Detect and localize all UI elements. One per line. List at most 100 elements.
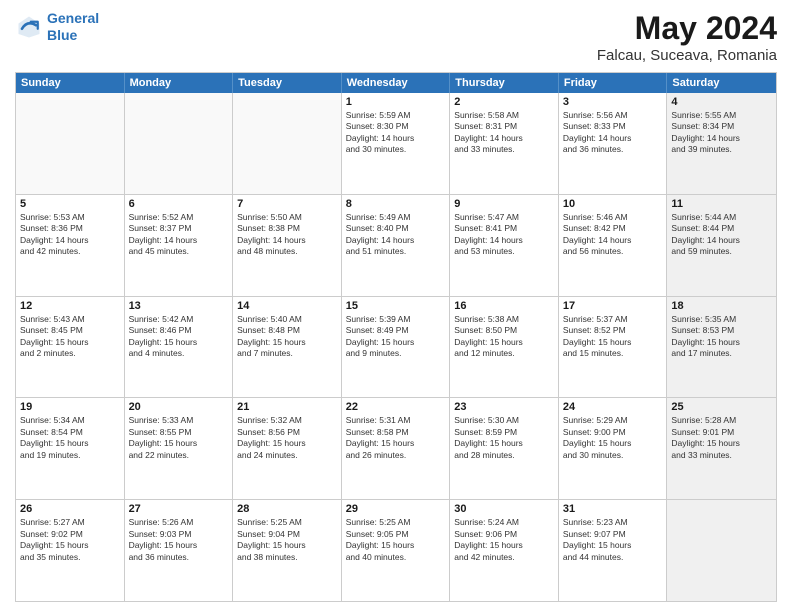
day-number: 30 xyxy=(454,503,554,515)
day-number: 10 xyxy=(563,198,663,210)
day-number: 12 xyxy=(20,300,120,312)
day-number: 18 xyxy=(671,300,772,312)
calendar-cell-13: 13 Sunrise: 5:42 AM Sunset: 8:46 PM Dayli… xyxy=(125,297,234,398)
header-day-monday: Monday xyxy=(125,73,234,93)
calendar-cell-9: 9Sunrise: 5:47 AM Sunset: 8:41 PM Daylig… xyxy=(450,195,559,296)
day-number: 26 xyxy=(20,503,120,515)
header-day-thursday: Thursday xyxy=(450,73,559,93)
day-number: 15 xyxy=(346,300,446,312)
calendar-cell-3: 3 Sunrise: 5:56 AM Sunset: 8:33 PM Daylig… xyxy=(559,93,668,194)
day-number: 8 xyxy=(346,198,446,210)
cell-info: Sunrise: 5:52 AM Sunset: 8:37 PM Dayligh… xyxy=(129,212,229,258)
calendar-cell-6: 6 Sunrise: 5:52 AM Sunset: 8:37 PM Daylig… xyxy=(125,195,234,296)
calendar-cell-2: 2Sunrise: 5:58 AM Sunset: 8:31 PM Daylig… xyxy=(450,93,559,194)
calendar-cell-5: 5Sunrise: 5:53 AM Sunset: 8:36 PM Daylig… xyxy=(16,195,125,296)
cell-info: Sunrise: 5:42 AM Sunset: 8:46 PM Dayligh… xyxy=(129,314,229,360)
day-number: 22 xyxy=(346,401,446,413)
day-number: 25 xyxy=(671,401,772,413)
calendar-cell-25: 25Sunrise: 5:28 AM Sunset: 9:01 PM Dayli… xyxy=(667,398,776,499)
cell-info: Sunrise: 5:25 AM Sunset: 9:04 PM Dayligh… xyxy=(237,517,337,563)
cell-info: Sunrise: 5:49 AM Sunset: 8:40 PM Dayligh… xyxy=(346,212,446,258)
calendar-cell-22: 22 Sunrise: 5:31 AM Sunset: 8:58 PM Dayli… xyxy=(342,398,451,499)
cell-info: Sunrise: 5:23 AM Sunset: 9:07 PM Dayligh… xyxy=(563,517,663,563)
day-number: 19 xyxy=(20,401,120,413)
cell-info: Sunrise: 5:40 AM Sunset: 8:48 PM Dayligh… xyxy=(237,314,337,360)
logo: General Blue xyxy=(15,10,99,44)
cell-info: Sunrise: 5:27 AM Sunset: 9:02 PM Dayligh… xyxy=(20,517,120,563)
logo-text: General Blue xyxy=(47,10,99,44)
calendar-cell-8: 8 Sunrise: 5:49 AM Sunset: 8:40 PM Daylig… xyxy=(342,195,451,296)
cell-info: Sunrise: 5:46 AM Sunset: 8:42 PM Dayligh… xyxy=(563,212,663,258)
cell-info: Sunrise: 5:33 AM Sunset: 8:55 PM Dayligh… xyxy=(129,415,229,461)
day-number: 31 xyxy=(563,503,663,515)
calendar-cell-26: 26 Sunrise: 5:27 AM Sunset: 9:02 PM Dayli… xyxy=(16,500,125,601)
cell-info: Sunrise: 5:55 AM Sunset: 8:34 PM Dayligh… xyxy=(671,110,772,156)
calendar-cell-4: 4Sunrise: 5:55 AM Sunset: 8:34 PM Daylig… xyxy=(667,93,776,194)
cell-info: Sunrise: 5:31 AM Sunset: 8:58 PM Dayligh… xyxy=(346,415,446,461)
day-number: 13 xyxy=(129,300,229,312)
calendar-row-2: 12 Sunrise: 5:43 AM Sunset: 8:45 PM Dayli… xyxy=(16,296,776,398)
cell-info: Sunrise: 5:25 AM Sunset: 9:05 PM Dayligh… xyxy=(346,517,446,563)
calendar-row-0: 1Sunrise: 5:59 AM Sunset: 8:30 PM Daylig… xyxy=(16,93,776,194)
cell-info: Sunrise: 5:24 AM Sunset: 9:06 PM Dayligh… xyxy=(454,517,554,563)
cell-info: Sunrise: 5:35 AM Sunset: 8:53 PM Dayligh… xyxy=(671,314,772,360)
calendar-cell-21: 21Sunrise: 5:32 AM Sunset: 8:56 PM Dayli… xyxy=(233,398,342,499)
calendar-cell-19: 19 Sunrise: 5:34 AM Sunset: 8:54 PM Dayli… xyxy=(16,398,125,499)
calendar-cell-empty-0-0 xyxy=(16,93,125,194)
calendar-row-1: 5Sunrise: 5:53 AM Sunset: 8:36 PM Daylig… xyxy=(16,194,776,296)
calendar-cell-20: 20 Sunrise: 5:33 AM Sunset: 8:55 PM Dayli… xyxy=(125,398,234,499)
page: General Blue May 2024 Falcau, Suceava, R… xyxy=(0,0,792,612)
calendar-cell-23: 23 Sunrise: 5:30 AM Sunset: 8:59 PM Dayli… xyxy=(450,398,559,499)
day-number: 6 xyxy=(129,198,229,210)
calendar-cell-30: 30 Sunrise: 5:24 AM Sunset: 9:06 PM Dayli… xyxy=(450,500,559,601)
calendar-cell-24: 24 Sunrise: 5:29 AM Sunset: 9:00 PM Dayli… xyxy=(559,398,668,499)
cell-info: Sunrise: 5:43 AM Sunset: 8:45 PM Dayligh… xyxy=(20,314,120,360)
calendar-body: 1Sunrise: 5:59 AM Sunset: 8:30 PM Daylig… xyxy=(16,93,776,601)
calendar-cell-empty-0-1 xyxy=(125,93,234,194)
day-number: 29 xyxy=(346,503,446,515)
header-day-tuesday: Tuesday xyxy=(233,73,342,93)
calendar-cell-17: 17Sunrise: 5:37 AM Sunset: 8:52 PM Dayli… xyxy=(559,297,668,398)
logo-line2: Blue xyxy=(47,27,77,43)
cell-info: Sunrise: 5:58 AM Sunset: 8:31 PM Dayligh… xyxy=(454,110,554,156)
cell-info: Sunrise: 5:38 AM Sunset: 8:50 PM Dayligh… xyxy=(454,314,554,360)
cell-info: Sunrise: 5:26 AM Sunset: 9:03 PM Dayligh… xyxy=(129,517,229,563)
cell-info: Sunrise: 5:56 AM Sunset: 8:33 PM Dayligh… xyxy=(563,110,663,156)
main-title: May 2024 xyxy=(597,10,777,47)
calendar-cell-29: 29 Sunrise: 5:25 AM Sunset: 9:05 PM Dayli… xyxy=(342,500,451,601)
calendar-cell-12: 12 Sunrise: 5:43 AM Sunset: 8:45 PM Dayli… xyxy=(16,297,125,398)
cell-info: Sunrise: 5:39 AM Sunset: 8:49 PM Dayligh… xyxy=(346,314,446,360)
calendar-cell-empty-0-2 xyxy=(233,93,342,194)
day-number: 5 xyxy=(20,198,120,210)
day-number: 23 xyxy=(454,401,554,413)
calendar-cell-16: 16 Sunrise: 5:38 AM Sunset: 8:50 PM Dayli… xyxy=(450,297,559,398)
day-number: 17 xyxy=(563,300,663,312)
cell-info: Sunrise: 5:34 AM Sunset: 8:54 PM Dayligh… xyxy=(20,415,120,461)
cell-info: Sunrise: 5:32 AM Sunset: 8:56 PM Dayligh… xyxy=(237,415,337,461)
header-day-friday: Friday xyxy=(559,73,668,93)
day-number: 1 xyxy=(346,96,446,108)
header-day-saturday: Saturday xyxy=(667,73,776,93)
calendar-row-3: 19 Sunrise: 5:34 AM Sunset: 8:54 PM Dayli… xyxy=(16,397,776,499)
day-number: 3 xyxy=(563,96,663,108)
cell-info: Sunrise: 5:47 AM Sunset: 8:41 PM Dayligh… xyxy=(454,212,554,258)
day-number: 16 xyxy=(454,300,554,312)
header: General Blue May 2024 Falcau, Suceava, R… xyxy=(15,10,777,64)
calendar-cell-11: 11Sunrise: 5:44 AM Sunset: 8:44 PM Dayli… xyxy=(667,195,776,296)
cell-info: Sunrise: 5:44 AM Sunset: 8:44 PM Dayligh… xyxy=(671,212,772,258)
day-number: 20 xyxy=(129,401,229,413)
calendar-cell-31: 31 Sunrise: 5:23 AM Sunset: 9:07 PM Dayli… xyxy=(559,500,668,601)
day-number: 14 xyxy=(237,300,337,312)
header-day-wednesday: Wednesday xyxy=(342,73,451,93)
logo-line1: General xyxy=(47,10,99,26)
header-day-sunday: Sunday xyxy=(16,73,125,93)
cell-info: Sunrise: 5:29 AM Sunset: 9:00 PM Dayligh… xyxy=(563,415,663,461)
cell-info: Sunrise: 5:30 AM Sunset: 8:59 PM Dayligh… xyxy=(454,415,554,461)
calendar-cell-1: 1Sunrise: 5:59 AM Sunset: 8:30 PM Daylig… xyxy=(342,93,451,194)
calendar-row-4: 26 Sunrise: 5:27 AM Sunset: 9:02 PM Dayli… xyxy=(16,499,776,601)
logo-icon xyxy=(15,13,43,41)
subtitle: Falcau, Suceava, Romania xyxy=(597,47,777,64)
day-number: 24 xyxy=(563,401,663,413)
calendar-cell-7: 7Sunrise: 5:50 AM Sunset: 8:38 PM Daylig… xyxy=(233,195,342,296)
day-number: 27 xyxy=(129,503,229,515)
